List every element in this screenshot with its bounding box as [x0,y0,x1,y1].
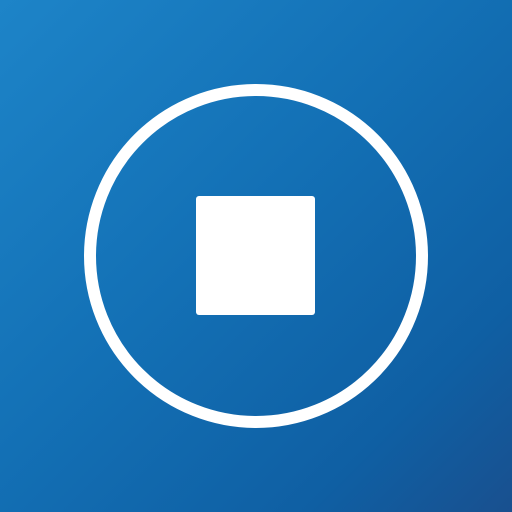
stop-circle-icon [84,84,428,428]
stop-square-icon [196,196,315,315]
stop-button[interactable] [81,82,433,434]
app-icon-background [0,0,512,512]
